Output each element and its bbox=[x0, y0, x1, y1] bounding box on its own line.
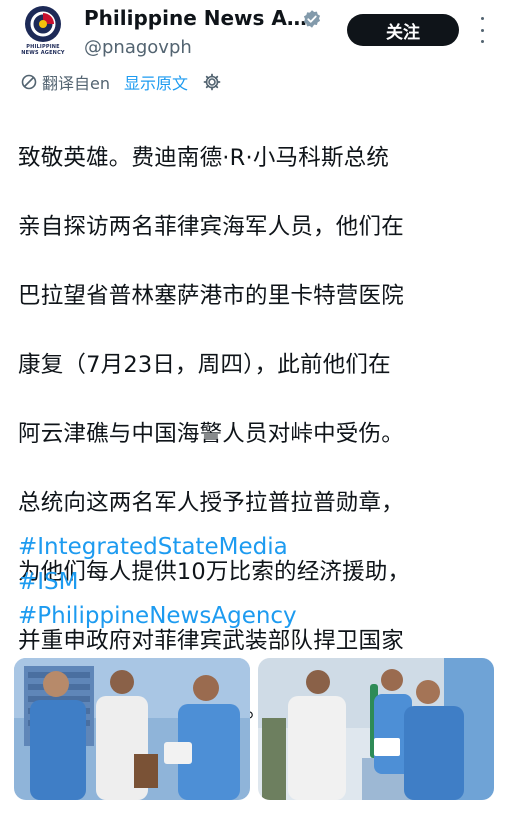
account-handle[interactable]: @pnagovph bbox=[84, 37, 192, 58]
hashtag-link[interactable]: #IntegratedStateMedia bbox=[18, 530, 496, 565]
verified-badge-icon bbox=[303, 10, 321, 28]
translated-from-label: 翻译自en bbox=[42, 74, 110, 93]
follow-button[interactable]: 关注 bbox=[347, 14, 459, 46]
media-grid bbox=[14, 658, 494, 800]
more-options-icon[interactable] bbox=[476, 17, 488, 43]
account-name[interactable]: Philippine News A… bbox=[84, 6, 307, 30]
post-line: 阿云津礁与中国海警人员对峠中受伤。 bbox=[18, 420, 404, 447]
post-line: 亲自探访两名菲律宾海军人员，他们在 bbox=[18, 213, 404, 240]
hashtag-link[interactable]: #PhilippineNewsAgency bbox=[18, 599, 496, 634]
pna-logo-icon bbox=[25, 6, 61, 42]
tweet-header: PHILIPPINE NEWS AGENCY Philippine News A… bbox=[0, 0, 508, 72]
hashtag-list: #IntegratedStateMedia #ISM #PhilippineNe… bbox=[18, 530, 496, 634]
avatar[interactable]: PHILIPPINE NEWS AGENCY bbox=[18, 6, 68, 64]
settings-gear-icon[interactable] bbox=[202, 72, 222, 92]
show-original-link[interactable]: 显示原文 bbox=[124, 70, 188, 94]
post-line: 致敬英雄。费迪南德·R·小马科斯总统 bbox=[18, 144, 390, 171]
post-line: 总统向这两名军人授予拉普拉普勋章， bbox=[18, 489, 404, 516]
media-photo-1[interactable] bbox=[14, 658, 250, 800]
translation-bar: 翻译自en 显示原文 bbox=[20, 70, 222, 94]
hashtag-link[interactable]: #ISM bbox=[18, 565, 496, 600]
avatar-caption: PHILIPPINE NEWS AGENCY bbox=[21, 44, 65, 56]
post-line: 巴拉望省普林塞萨港市的里卡特营医院 bbox=[18, 282, 404, 309]
post-line: 康复（7月23日，周四），此前他们在 bbox=[18, 351, 391, 378]
media-photo-2[interactable] bbox=[258, 658, 494, 800]
translate-icon bbox=[20, 73, 38, 91]
